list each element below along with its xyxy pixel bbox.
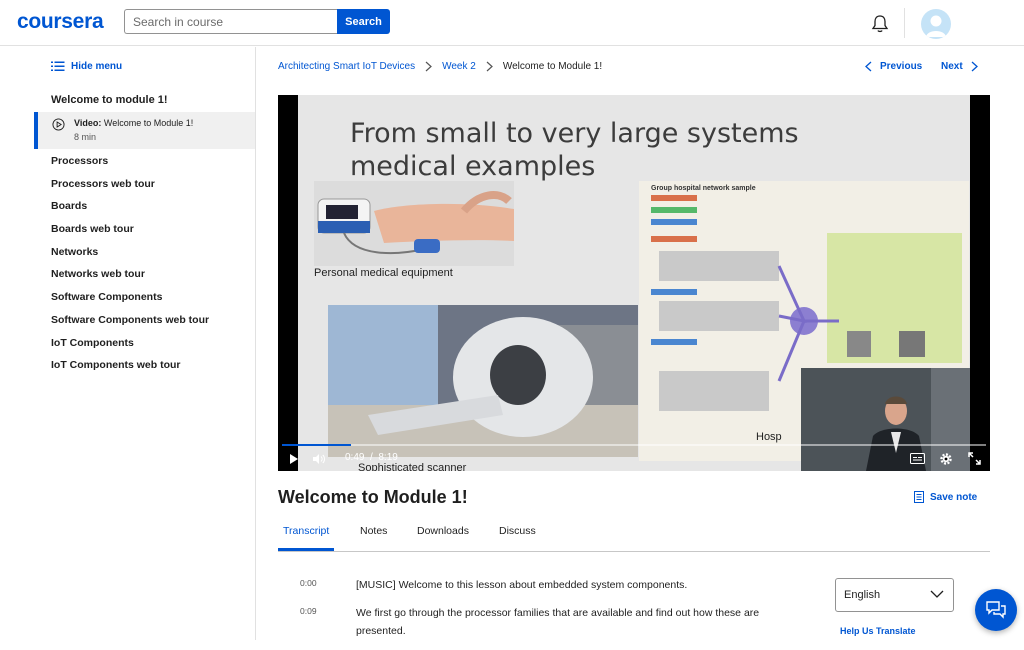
chevron-right-icon bbox=[971, 61, 978, 72]
tab-notes[interactable]: Notes bbox=[360, 525, 387, 548]
captions-icon[interactable] bbox=[910, 453, 925, 464]
slide-title-line-2: medical examples bbox=[350, 151, 596, 182]
settings-gear-icon[interactable] bbox=[939, 452, 953, 466]
breadcrumb-current: Welcome to Module 1! bbox=[502, 61, 603, 72]
next-button[interactable]: Next bbox=[941, 61, 978, 72]
sidebar-item-boards[interactable]: Boards bbox=[51, 200, 209, 223]
sidebar-item-processors-web-tour[interactable]: Processors web tour bbox=[51, 178, 209, 201]
medical-device-photo bbox=[314, 181, 514, 266]
sidebar-item-boards-web-tour[interactable]: Boards web tour bbox=[51, 223, 209, 246]
duration: 8:19 bbox=[378, 452, 398, 463]
sidebar-item-processors[interactable]: Processors bbox=[51, 155, 209, 178]
video-controls: 0:49 / 8:19 bbox=[278, 441, 990, 471]
chat-icon bbox=[986, 601, 1006, 619]
user-icon bbox=[926, 15, 946, 37]
language-select[interactable]: English bbox=[835, 578, 954, 612]
transcript-row[interactable]: 0:09 We first go through the processor f… bbox=[300, 604, 780, 640]
transcript-timestamp[interactable]: 0:00 bbox=[300, 576, 356, 594]
transcript-text[interactable]: We first go through the processor famili… bbox=[356, 604, 776, 640]
save-note-button[interactable]: Save note bbox=[914, 491, 977, 503]
lecture-slide: From small to very large systems medical… bbox=[298, 95, 970, 471]
sidebar-item-networks[interactable]: Networks bbox=[51, 246, 209, 269]
volume-icon[interactable] bbox=[312, 453, 326, 465]
transcript-panel: 0:00 [MUSIC] Welcome to this lesson abou… bbox=[300, 576, 780, 650]
mri-scanner-photo bbox=[328, 305, 638, 457]
module-title[interactable]: Welcome to module 1! bbox=[51, 94, 168, 106]
transcript-row[interactable]: 0:00 [MUSIC] Welcome to this lesson abou… bbox=[300, 576, 780, 594]
breadcrumb-course[interactable]: Architecting Smart IoT Devices bbox=[278, 61, 415, 72]
tab-transcript[interactable]: Transcript bbox=[278, 525, 335, 551]
slide-title-line-1: From small to very large systems bbox=[350, 118, 799, 149]
sidebar-item-networks-web-tour[interactable]: Networks web tour bbox=[51, 268, 209, 291]
breadcrumb: Architecting Smart IoT Devices Week 2 We… bbox=[278, 61, 602, 72]
play-icon[interactable] bbox=[289, 453, 299, 465]
chevron-right-icon bbox=[425, 61, 432, 72]
breadcrumb-week[interactable]: Week 2 bbox=[442, 61, 476, 72]
note-icon bbox=[914, 491, 924, 503]
tab-downloads[interactable]: Downloads bbox=[417, 525, 469, 548]
help-translate-link[interactable]: Help Us Translate bbox=[840, 626, 916, 636]
lesson-title: Welcome to Module 1! bbox=[278, 487, 468, 507]
chevron-down-icon bbox=[930, 590, 944, 598]
item-title-label: Welcome to Module 1! bbox=[103, 118, 194, 128]
item-type-label: Video: bbox=[74, 118, 102, 128]
hide-menu-button[interactable]: Hide menu bbox=[51, 61, 122, 72]
previous-button[interactable]: Previous bbox=[865, 61, 922, 72]
caption-personal-equipment: Personal medical equipment bbox=[314, 267, 453, 279]
slide-title: From small to very large systems medical… bbox=[350, 117, 799, 183]
coursera-logo[interactable]: coursera bbox=[17, 10, 104, 34]
header-divider bbox=[904, 8, 905, 38]
search-input[interactable] bbox=[124, 9, 338, 34]
chat-button[interactable] bbox=[975, 589, 1017, 631]
fullscreen-icon[interactable] bbox=[968, 452, 981, 465]
active-item-duration: 8 min bbox=[74, 132, 97, 142]
play-circle-icon bbox=[52, 118, 65, 131]
sidebar-item-software-components-web-tour[interactable]: Software Components web tour bbox=[51, 314, 209, 337]
course-sidebar: Hide menu Welcome to module 1! Video: We… bbox=[0, 47, 256, 640]
video-player[interactable]: From small to very large systems medical… bbox=[278, 95, 990, 471]
sidebar-nav-list: Processors Processors web tour Boards Bo… bbox=[51, 155, 209, 382]
sidebar-item-active-video[interactable]: Video: Welcome to Module 1! 8 min bbox=[34, 112, 255, 149]
sidebar-item-software-components[interactable]: Software Components bbox=[51, 291, 209, 314]
chevron-right-icon bbox=[486, 61, 493, 72]
tab-discuss[interactable]: Discuss bbox=[499, 525, 536, 548]
transcript-text[interactable]: [MUSIC] Welcome to this lesson about emb… bbox=[356, 576, 776, 594]
next-label: Next bbox=[941, 61, 963, 72]
content-tabs: Transcript Notes Downloads Discuss bbox=[278, 515, 990, 552]
search-button[interactable]: Search bbox=[337, 9, 390, 34]
current-time: 0:49 bbox=[345, 452, 365, 463]
list-icon bbox=[51, 61, 65, 71]
video-progress-fill bbox=[282, 444, 351, 446]
chevron-left-icon bbox=[865, 61, 872, 72]
transcript-timestamp[interactable]: 0:09 bbox=[300, 604, 356, 640]
user-avatar[interactable] bbox=[921, 9, 951, 39]
language-selected: English bbox=[844, 589, 881, 601]
bell-icon[interactable] bbox=[870, 14, 890, 34]
sidebar-item-iot-components-web-tour[interactable]: IoT Components web tour bbox=[51, 359, 209, 382]
hide-menu-label: Hide menu bbox=[71, 61, 123, 72]
video-time: 0:49 / 8:19 bbox=[345, 452, 398, 463]
sidebar-item-iot-components[interactable]: IoT Components bbox=[51, 337, 209, 360]
video-progress-bar[interactable] bbox=[282, 444, 986, 446]
top-bar: coursera Search bbox=[0, 0, 1024, 46]
previous-label: Previous bbox=[880, 61, 923, 72]
active-item-title: Video: Welcome to Module 1! bbox=[74, 118, 193, 128]
save-note-label: Save note bbox=[930, 491, 978, 503]
